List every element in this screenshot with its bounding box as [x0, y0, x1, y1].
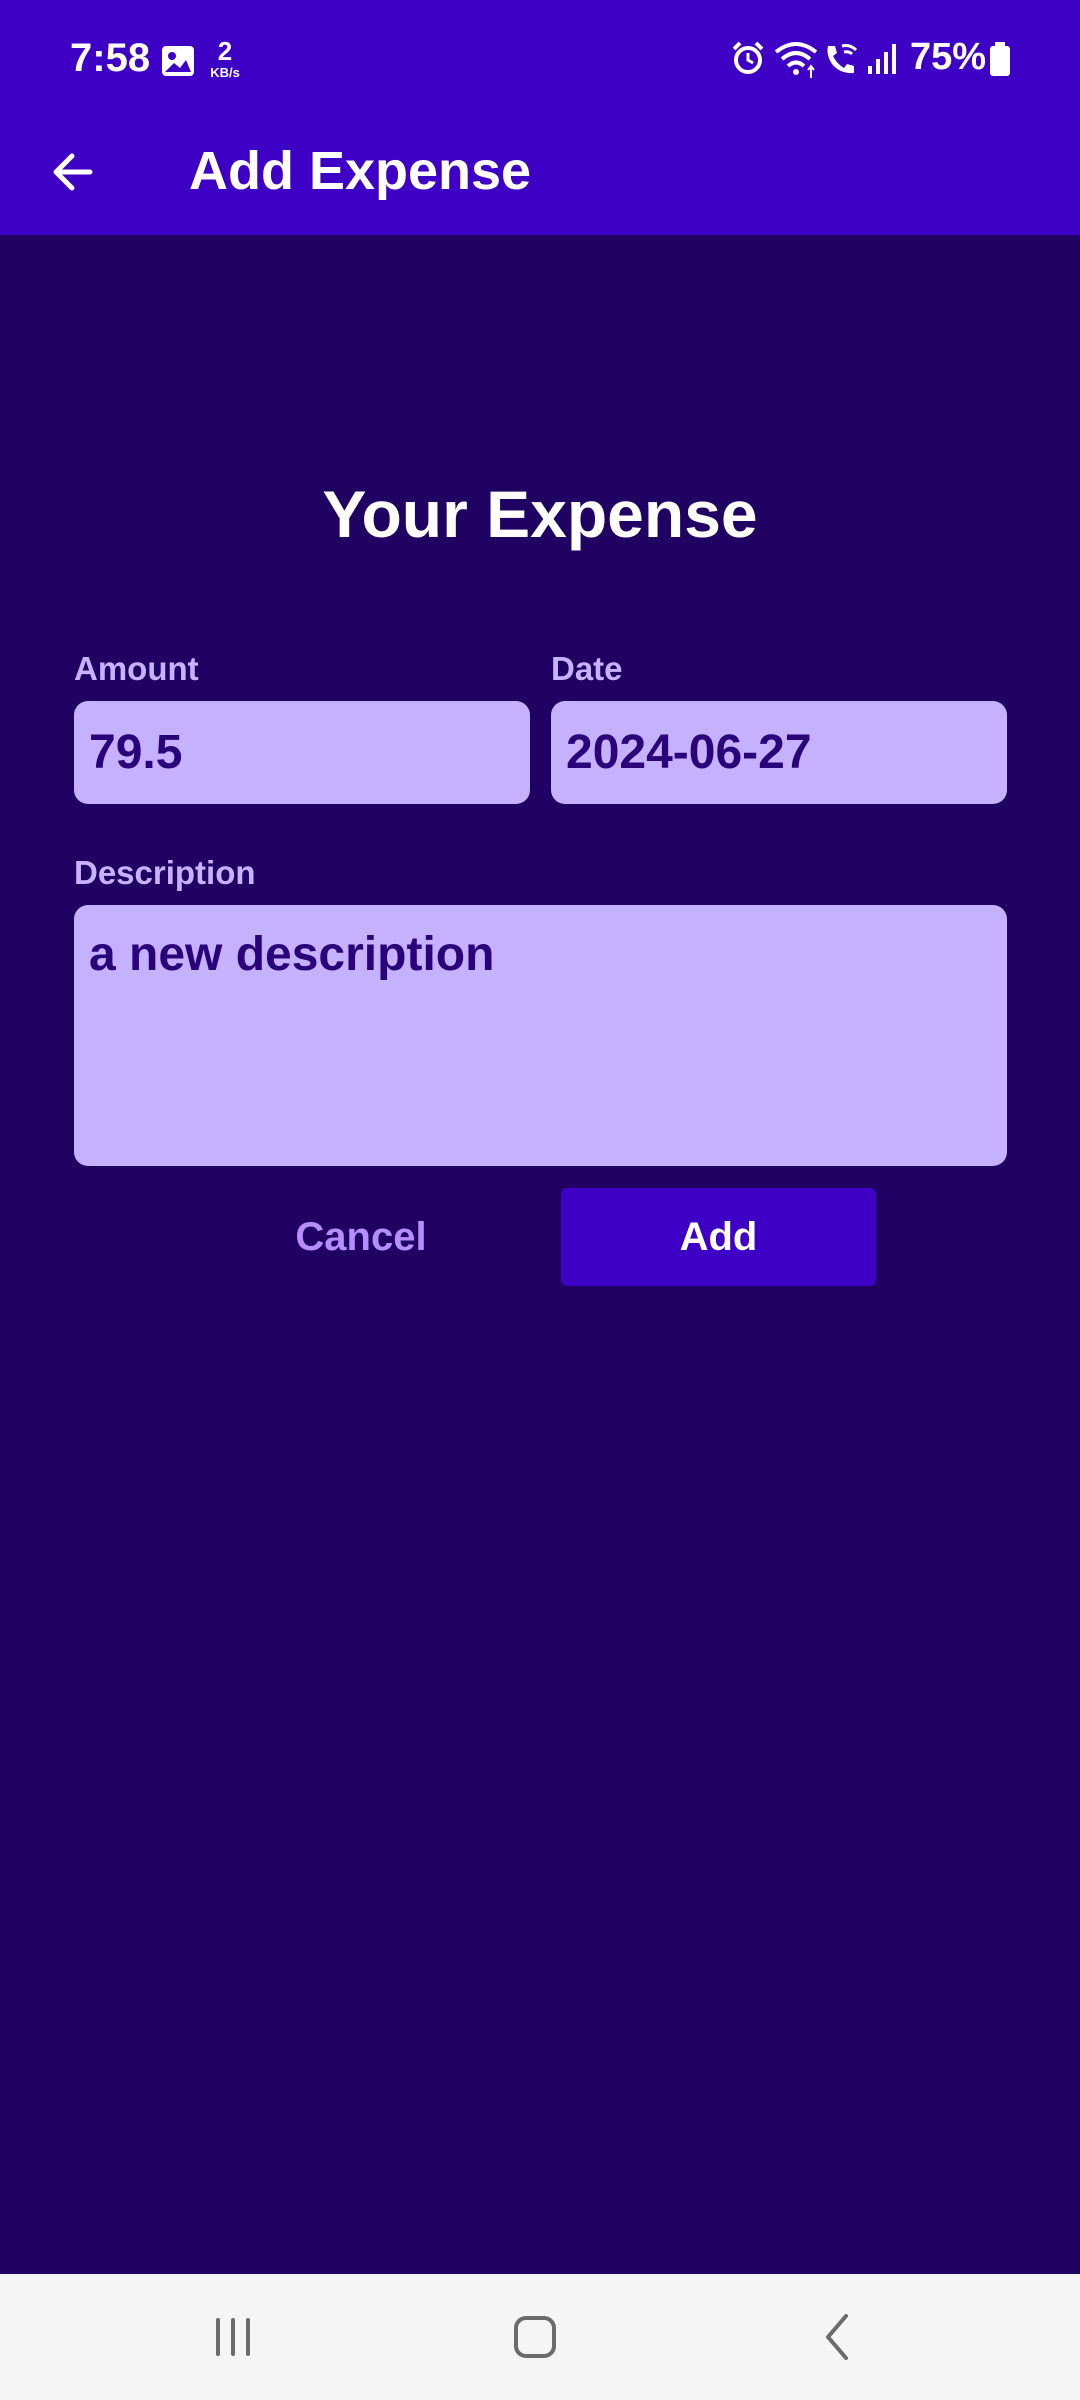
navigation-bar [0, 2274, 1080, 2400]
back-icon[interactable] [804, 2302, 874, 2372]
network-speed: 2 KB/s [204, 38, 246, 79]
wifi-icon [774, 42, 818, 78]
network-speed-value: 2 [217, 36, 233, 66]
recent-apps-icon[interactable] [198, 2302, 268, 2372]
description-label: Description [74, 854, 256, 891]
date-label: Date [551, 650, 623, 687]
home-icon[interactable] [500, 2302, 570, 2372]
add-button[interactable]: Add [561, 1188, 876, 1286]
status-time: 7:58 [70, 36, 151, 80]
date-field[interactable]: 2024-06-27 [551, 701, 1007, 804]
wifi-calling-icon [827, 44, 858, 74]
arrow-left-icon[interactable] [40, 138, 108, 206]
battery-icon [990, 42, 1010, 76]
app-bar-title: Add Expense [189, 141, 532, 201]
amount-field[interactable]: 79.5 [74, 701, 530, 804]
app-bar: Add Expense [0, 120, 1080, 235]
description-field[interactable]: a new description [74, 905, 1007, 1166]
battery-percent: 75% [910, 36, 987, 78]
network-speed-unit: KB/s [210, 65, 240, 80]
date-value: 2024-06-27 [566, 726, 812, 779]
description-value: a new description [89, 928, 495, 981]
alarm-icon [732, 41, 764, 74]
page-title: Your Expense [322, 477, 758, 551]
cancel-button[interactable]: Cancel [270, 1188, 452, 1286]
signal-icon [868, 44, 896, 74]
image-icon [162, 46, 194, 76]
amount-label: Amount [74, 650, 199, 687]
status-bar: 7:58 2 KB/s 75% [0, 0, 1080, 120]
amount-value: 79.5 [89, 726, 183, 779]
